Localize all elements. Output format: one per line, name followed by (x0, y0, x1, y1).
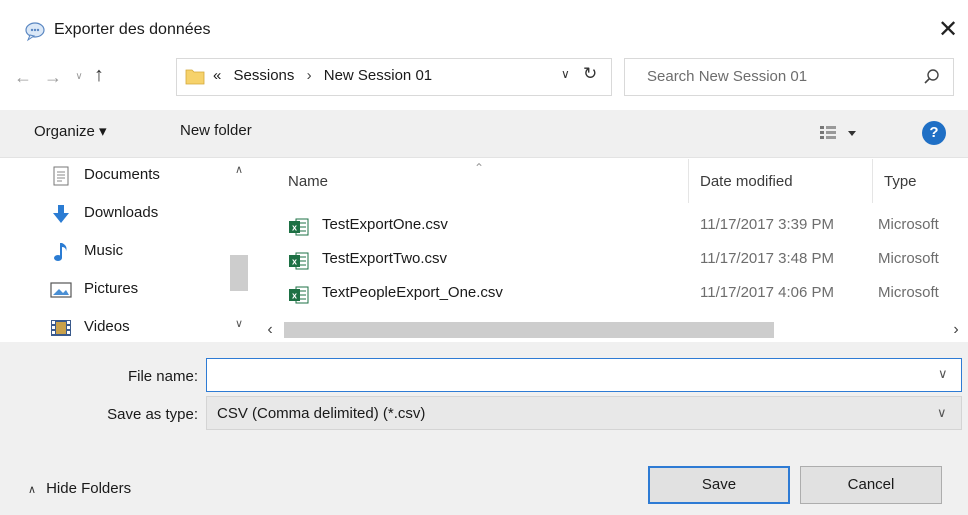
scroll-left-icon[interactable]: ‹ (260, 321, 280, 339)
sidebar-item-label: Music (84, 242, 124, 259)
sidebar-item-label: Documents (84, 166, 160, 183)
file-date-modified: 11/17/2017 3:39 PM (700, 216, 834, 233)
scroll-down-icon[interactable]: ∨ (228, 317, 250, 330)
search-input[interactable]: Search New Session 01 (647, 68, 807, 85)
file-type: Microsoft (878, 216, 939, 233)
close-button[interactable]: ✕ (936, 16, 960, 44)
excel-csv-file-icon: x (289, 218, 309, 236)
title-bar: Exporter des données ✕ (0, 0, 968, 62)
search-icon[interactable] (923, 68, 941, 86)
svg-text:x: x (292, 257, 297, 267)
file-name: TextPeopleExport_One.csv (322, 284, 503, 301)
sidebar-item-label: Downloads (84, 204, 159, 221)
sidebar-item-label: Videos (84, 318, 130, 335)
videos-icon (51, 320, 71, 336)
file-list-horizontal-scrollbar[interactable]: ‹ › (258, 318, 968, 342)
search-box[interactable]: Search New Session 01 (624, 58, 954, 96)
sidebar-item-videos[interactable]: Videos (50, 313, 230, 343)
organize-button[interactable]: Organize ▾ (34, 122, 107, 140)
navigation-pane-scrollbar[interactable]: ∧ ∨ (228, 159, 250, 342)
app-icon (25, 22, 45, 42)
breadcrumb-item-new-session[interactable]: New Session 01 (324, 67, 432, 84)
new-folder-button[interactable]: New folder (180, 122, 252, 139)
save-as-type-select[interactable]: CSV (Comma delimited) (*.csv) ∨ (206, 396, 962, 430)
navigation-pane: Documents Downloads Music Pictures Video… (0, 159, 258, 342)
save-as-type-label: Save as type: (107, 406, 198, 423)
help-icon[interactable]: ? (922, 121, 946, 145)
file-row[interactable]: x TextPeopleExport_One.csv 11/17/2017 4:… (282, 279, 968, 309)
file-name: TestExportTwo.csv (322, 250, 448, 267)
hide-folders-button[interactable]: ∧ Hide Folders (28, 480, 131, 497)
column-header-type[interactable]: Type (884, 173, 917, 190)
file-row[interactable]: x TestExportTwo.csv 11/17/2017 3:48 PM M… (282, 245, 968, 275)
scroll-right-icon[interactable]: › (946, 321, 966, 339)
breadcrumb: « Sessions › New Session 01 (213, 67, 432, 84)
view-options-icon[interactable] (818, 122, 878, 144)
sidebar-item-pictures[interactable]: Pictures (50, 275, 230, 305)
file-type: Microsoft (878, 284, 939, 301)
music-icon (54, 243, 67, 261)
sidebar-item-downloads[interactable]: Downloads (50, 199, 230, 229)
save-as-type-value: CSV (Comma delimited) (*.csv) (217, 405, 426, 422)
column-divider[interactable] (872, 159, 873, 203)
column-divider[interactable] (688, 159, 689, 203)
sidebar-item-documents[interactable]: Documents (50, 161, 230, 191)
folder-icon (185, 69, 205, 85)
refresh-icon[interactable]: ↻ (583, 64, 597, 84)
back-button[interactable]: ← (12, 64, 34, 90)
file-date-modified: 11/17/2017 4:06 PM (700, 284, 834, 301)
chevron-up-icon: ∧ (28, 484, 37, 496)
up-button[interactable]: ↑ (88, 62, 110, 88)
scroll-up-icon[interactable]: ∧ (228, 163, 250, 176)
file-name-input[interactable] (206, 358, 962, 392)
file-name-dropdown-icon[interactable]: ∨ (938, 366, 948, 382)
file-date-modified: 11/17/2017 3:48 PM (700, 250, 834, 267)
file-list: ⌃ Name Date modified Type x TestExportOn… (258, 159, 968, 342)
excel-csv-file-icon: x (289, 252, 309, 270)
file-name-label: File name: (127, 368, 198, 385)
address-bar[interactable]: « Sessions › New Session 01 ∨ ↻ (176, 58, 612, 96)
svg-text:x: x (292, 223, 297, 233)
hide-folders-label: Hide Folders (46, 480, 132, 497)
breadcrumb-separator[interactable]: › (307, 67, 312, 84)
save-button[interactable]: Save (648, 466, 790, 504)
downloads-icon (53, 205, 69, 223)
sidebar-item-music[interactable]: Music (50, 237, 230, 267)
chevron-down-icon[interactable]: ∨ (937, 405, 947, 421)
recent-locations-button[interactable]: ∨ (68, 64, 90, 90)
file-name: TestExportOne.csv (322, 216, 448, 233)
scrollbar-thumb[interactable] (284, 322, 774, 338)
column-header-name[interactable]: Name (288, 173, 328, 190)
column-header-date-modified[interactable]: Date modified (700, 173, 793, 190)
breadcrumb-overflow[interactable]: « (213, 67, 221, 84)
svg-text:x: x (292, 291, 297, 301)
address-dropdown-icon[interactable]: ∨ (561, 67, 570, 81)
file-type: Microsoft (878, 250, 939, 267)
cancel-button[interactable]: Cancel (800, 466, 942, 504)
pictures-icon (50, 282, 72, 298)
file-row[interactable]: x TestExportOne.csv 11/17/2017 3:39 PM M… (282, 211, 968, 241)
command-toolbar: Organize ▾ New folder ? (0, 110, 968, 158)
sort-ascending-icon: ⌃ (474, 161, 485, 175)
documents-icon (53, 166, 69, 186)
breadcrumb-item-sessions[interactable]: Sessions (234, 67, 295, 84)
scrollbar-thumb[interactable] (230, 255, 248, 291)
window-title: Exporter des données (54, 21, 211, 38)
save-options-panel: File name: ∨ Save as type: CSV (Comma de… (0, 342, 968, 515)
forward-button[interactable]: → (42, 64, 64, 90)
sidebar-item-label: Pictures (84, 280, 139, 297)
excel-csv-file-icon: x (289, 286, 309, 304)
